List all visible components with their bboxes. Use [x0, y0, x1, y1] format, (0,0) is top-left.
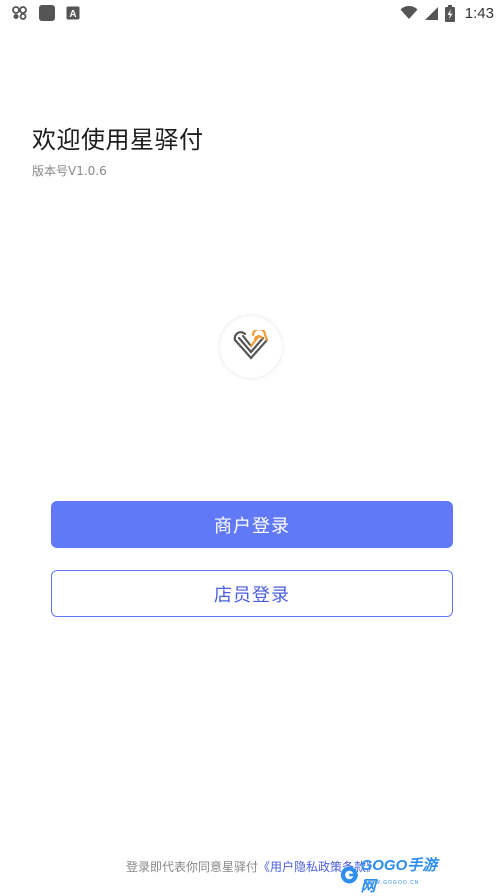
app-screen: A 1:43 欢迎使用星驿付 版本号V1.0.6 商户登录 店员登录 登录即代表…	[0, 0, 504, 896]
battery-charging-icon	[444, 4, 455, 22]
notification-app-icon	[12, 6, 28, 20]
svg-text:A: A	[69, 9, 76, 20]
signal-icon	[424, 6, 439, 21]
merchant-login-button[interactable]: 商户登录	[51, 501, 453, 548]
text-a-icon: A	[66, 6, 80, 20]
xingyifu-logo-icon	[220, 316, 282, 378]
watermark-subtext: WWW.GOGOO.CN	[364, 880, 420, 886]
welcome-title: 欢迎使用星驿付	[32, 126, 204, 154]
status-right: 1:43	[400, 4, 494, 22]
watermark-text: GOGO手游网	[360, 857, 438, 895]
app-square-icon	[38, 4, 56, 22]
version-label: 版本号V1.0.6	[32, 164, 107, 178]
gogo-watermark: GOGO手游网 WWW.GOGOO.CN	[340, 857, 438, 895]
agreement-prefix: 登录即代表你同意星驿付	[125, 860, 258, 874]
staff-login-button[interactable]: 店员登录	[51, 570, 453, 617]
wifi-icon	[400, 6, 418, 20]
status-left: A	[12, 4, 80, 22]
gogo-logo-icon	[340, 866, 358, 884]
status-time: 1:43	[464, 4, 494, 22]
status-bar: A 1:43	[0, 0, 504, 26]
